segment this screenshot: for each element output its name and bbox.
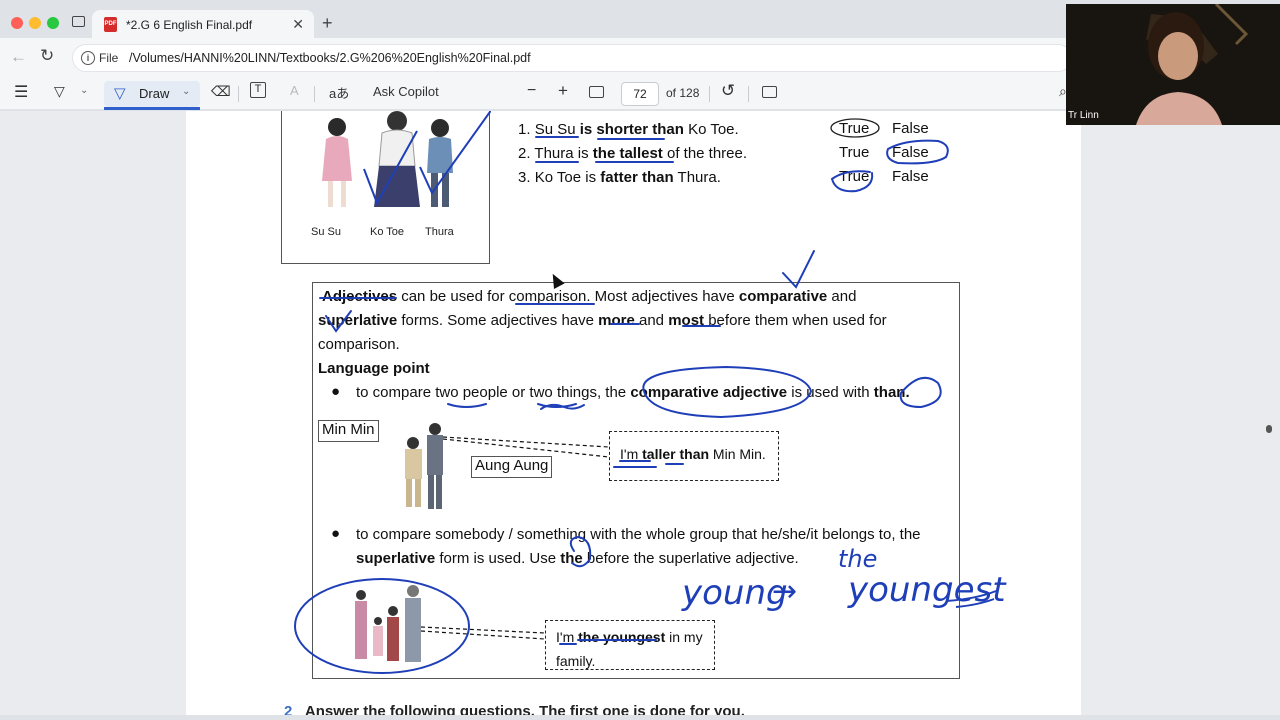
- webcam-overlay: [1066, 4, 1280, 125]
- next-question: 2 Answer the following questions. The fi…: [284, 703, 745, 715]
- zoom-in-icon[interactable]: +: [558, 81, 568, 101]
- zoom-out-icon[interactable]: −: [527, 82, 536, 100]
- draw-button[interactable]: ▽ Draw ⌄: [104, 81, 200, 110]
- rotate-icon[interactable]: ↺: [721, 81, 735, 101]
- presenter-video: [1066, 4, 1280, 125]
- info-icon[interactable]: i: [81, 51, 95, 65]
- tab-pdf[interactable]: PDF *2.G 6 English Final.pdf ✕: [92, 10, 314, 40]
- handwriting-the: the: [838, 545, 877, 573]
- page-total-label: of 128: [666, 86, 700, 100]
- new-tab-icon[interactable]: +: [322, 13, 333, 34]
- handwriting-arrow: →: [772, 574, 797, 609]
- page-view-icon[interactable]: [762, 86, 777, 98]
- back-icon[interactable]: ←: [10, 47, 27, 67]
- pdf-file-icon: PDF: [104, 17, 117, 32]
- url-text: /Volumes/HANNI%20LINN/Textbooks/2.G%206%…: [129, 51, 531, 65]
- pen-icon: ▽: [114, 85, 126, 102]
- minimize-window-button[interactable]: [29, 17, 41, 29]
- fit-page-icon[interactable]: [589, 86, 604, 98]
- highlight-icon[interactable]: ▽: [54, 83, 65, 100]
- draw-label: Draw: [139, 86, 170, 101]
- url-scheme-label: File: [99, 51, 119, 65]
- toolbar-divider: [314, 86, 315, 102]
- page-number-input[interactable]: 72: [621, 82, 659, 106]
- address-bar[interactable]: i File /Volumes/HANNI%20LINN/Textbooks/2…: [72, 44, 1072, 72]
- tab-title: *2.G 6 English Final.pdf: [126, 18, 253, 32]
- add-text-icon[interactable]: T: [250, 82, 266, 98]
- pdf-viewer[interactable]: Su Su Ko Toe Thura 1. Su Su is shorter t…: [0, 111, 1280, 715]
- draw-chevron-down-icon[interactable]: ⌄: [182, 86, 190, 97]
- contents-icon[interactable]: ☰: [14, 82, 28, 102]
- webcam-name-label: Tr Linn: [1068, 110, 1099, 121]
- ask-copilot-button[interactable]: Ask Copilot: [373, 84, 439, 99]
- pdf-page: Su Su Ko Toe Thura 1. Su Su is shorter t…: [186, 111, 1081, 715]
- read-aloud-icon[interactable]: aあ: [329, 83, 349, 102]
- text-format-icon: A: [290, 83, 299, 98]
- close-window-button[interactable]: [11, 17, 23, 29]
- refresh-icon[interactable]: ↻: [40, 46, 54, 66]
- zoom-window-button[interactable]: [47, 17, 59, 29]
- highlight-chevron-down-icon[interactable]: ⌄: [80, 85, 88, 96]
- eraser-icon[interactable]: ⌫: [211, 83, 231, 100]
- toolbar-divider: [709, 86, 710, 102]
- toolbar-divider: [238, 86, 239, 102]
- tab-actions-icon[interactable]: [72, 16, 85, 27]
- toolbar-divider: [748, 86, 749, 102]
- handwriting-youngest: youngest: [847, 570, 1007, 610]
- scrollbar-thumb[interactable]: [1266, 425, 1272, 433]
- ink-annotations: young → the youngest: [294, 118, 1007, 674]
- close-tab-icon[interactable]: ✕: [292, 16, 304, 33]
